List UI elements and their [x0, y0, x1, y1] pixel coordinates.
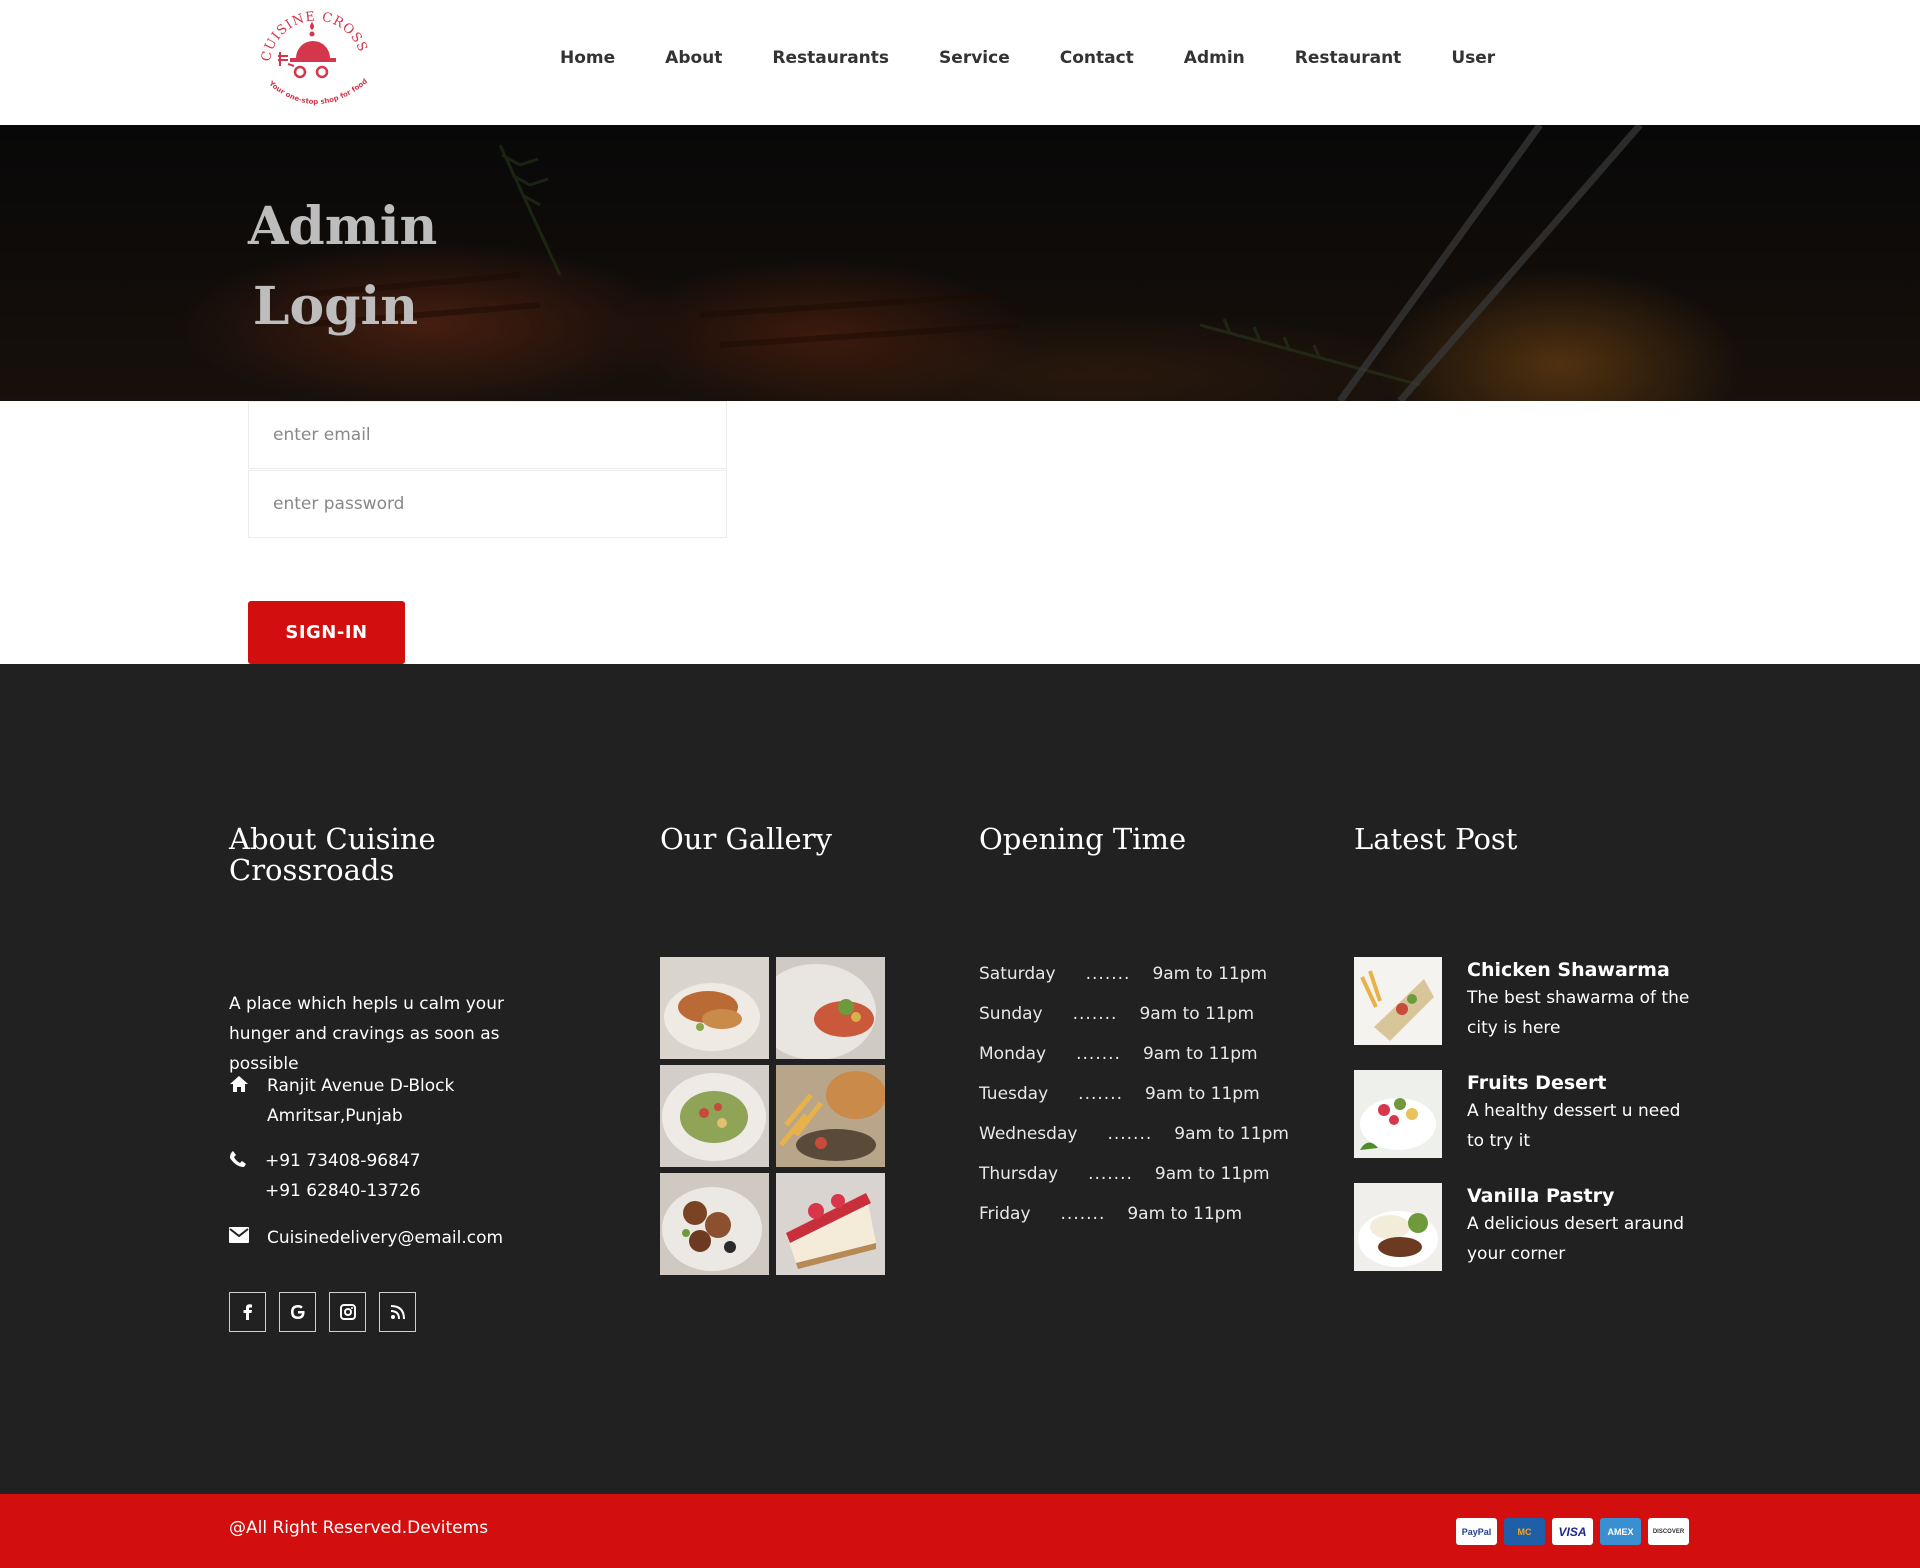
phone-number-2[interactable]: +91 62840-13726 — [265, 1176, 421, 1206]
post-item[interactable]: Vanilla Pastry A delicious desert araund… — [1354, 1183, 1697, 1296]
hours-row: Wednesday....... 9am to 11pm — [979, 1119, 1289, 1159]
hours-day: Thursday — [979, 1164, 1059, 1184]
hours-time: 9am to 11pm — [1145, 1084, 1260, 1104]
hours-day: Tuesday — [979, 1084, 1049, 1104]
paypal-icon: PayPal — [1456, 1518, 1497, 1545]
rss-icon[interactable] — [379, 1292, 416, 1332]
sign-in-button[interactable]: SIGN-IN — [248, 601, 405, 664]
page-title: Admin Login — [248, 187, 438, 347]
hours-dots: ....... — [1076, 1044, 1121, 1064]
hours-row: Tuesday....... 9am to 11pm — [979, 1079, 1289, 1119]
nav-restaurant[interactable]: Restaurant — [1295, 48, 1402, 68]
mastercard-icon: MC — [1504, 1518, 1545, 1545]
latest-posts-list: Chicken Shawarma The best shawarma of th… — [1354, 957, 1697, 1296]
latest-post-heading: Latest Post — [1354, 822, 1518, 856]
hours-time: 9am to 11pm — [1142, 1044, 1258, 1064]
hero-banner: Admin Login — [0, 125, 1920, 401]
post-item[interactable]: Chicken Shawarma The best shawarma of th… — [1354, 957, 1697, 1070]
hours-time: 9am to 11pm — [1127, 1204, 1243, 1224]
email-field[interactable] — [248, 401, 727, 469]
gallery-image-burger-fries[interactable] — [776, 1065, 885, 1167]
hours-time: 9am to 11pm — [1139, 1004, 1255, 1024]
site-header: CUISINE CROSSROADS Your one-stop shop fo… — [0, 0, 1920, 125]
hours-row: Friday....... 9am to 11pm — [979, 1199, 1289, 1239]
nav-service[interactable]: Service — [939, 48, 1010, 68]
hours-day: Wednesday — [979, 1124, 1078, 1144]
hours-day: Monday — [979, 1044, 1047, 1064]
hours-dots: ....... — [1072, 1004, 1118, 1024]
hours-dots: ....... — [1107, 1124, 1153, 1144]
email-row: Cuisinedelivery@email.com — [229, 1223, 503, 1253]
hours-time: 9am to 11pm — [1174, 1124, 1289, 1144]
brand-logo[interactable]: CUISINE CROSSROADS Your one-stop shop fo… — [242, 0, 383, 118]
address-row: Ranjit Avenue D-Block Amritsar,Punjab — [229, 1071, 454, 1131]
amex-icon: AMEX — [1600, 1518, 1641, 1545]
phone-row: +91 73408-96847 +91 62840-13726 — [229, 1146, 421, 1206]
nav-admin[interactable]: Admin — [1184, 48, 1245, 68]
gallery-image-salad-plate[interactable] — [776, 957, 885, 1059]
main-nav: Home About Restaurants Service Contact A… — [560, 48, 1545, 68]
mail-icon — [229, 1223, 267, 1247]
discover-icon: DISCOVER — [1648, 1518, 1689, 1545]
nav-contact[interactable]: Contact — [1060, 48, 1134, 68]
site-footer: About Cuisine Crossroads A place which h… — [0, 664, 1920, 1494]
password-field[interactable] — [248, 470, 727, 538]
google-icon[interactable] — [279, 1292, 316, 1332]
hours-dots: ....... — [1085, 964, 1131, 984]
contact-email[interactable]: Cuisinedelivery@email.com — [267, 1223, 503, 1253]
gallery-image-strawberry-cheesecake[interactable] — [776, 1173, 885, 1275]
payment-methods: PayPal MC VISA AMEX DISCOVER — [1456, 1518, 1696, 1545]
address-line1: Ranjit Avenue D-Block — [267, 1076, 455, 1096]
facebook-icon[interactable] — [229, 1292, 266, 1332]
post-thumbnail[interactable] — [1354, 1183, 1442, 1271]
post-description: A healthy dessert u need to try it — [1467, 1101, 1681, 1151]
nav-restaurants[interactable]: Restaurants — [772, 48, 889, 68]
hours-day: Saturday — [979, 964, 1056, 984]
hours-day: Friday — [979, 1204, 1031, 1224]
address-line2: Amritsar,Punjab — [267, 1106, 403, 1126]
photo-gallery — [660, 957, 885, 1275]
post-thumbnail[interactable] — [1354, 957, 1442, 1045]
nav-about[interactable]: About — [665, 48, 722, 68]
copyright-text: @All Right Reserved.Devitems — [229, 1518, 489, 1538]
bottom-bar: @All Right Reserved.Devitems PayPal MC V… — [0, 1494, 1920, 1568]
hours-row: Thursday....... 9am to 11pm — [979, 1159, 1289, 1199]
opening-hours-list: Saturday....... 9am to 11pm Sunday.......… — [979, 959, 1289, 1239]
post-description: A delicious desert araund your corner — [1467, 1214, 1685, 1264]
home-icon — [229, 1071, 267, 1097]
hours-time: 9am to 11pm — [1152, 964, 1268, 984]
social-links — [229, 1292, 429, 1332]
gallery-image-pasta-salad[interactable] — [660, 1065, 769, 1167]
instagram-icon[interactable] — [329, 1292, 366, 1332]
opening-heading: Opening Time — [979, 822, 1187, 856]
hours-dots: ....... — [1088, 1164, 1133, 1184]
post-description: The best shawarma of the city is here — [1467, 988, 1690, 1038]
post-title[interactable]: Vanilla Pastry — [1467, 1183, 1697, 1209]
post-title[interactable]: Fruits Desert — [1467, 1070, 1697, 1096]
gallery-image-grilled-chicken[interactable] — [660, 957, 769, 1059]
visa-icon: VISA — [1552, 1518, 1593, 1545]
hours-row: Saturday....... 9am to 11pm — [979, 959, 1289, 999]
nav-user[interactable]: User — [1451, 48, 1495, 68]
phone-icon — [229, 1146, 265, 1172]
page-title-line2: Login — [252, 276, 419, 337]
about-description: A place which hepls u calm your hunger a… — [229, 994, 504, 1074]
nav-home[interactable]: Home — [560, 48, 615, 68]
gallery-heading: Our Gallery — [660, 822, 832, 856]
hours-row: Monday....... 9am to 11pm — [979, 1039, 1289, 1079]
hours-day: Sunday — [979, 1004, 1043, 1024]
post-title[interactable]: Chicken Shawarma — [1467, 957, 1697, 983]
hours-time: 9am to 11pm — [1154, 1164, 1270, 1184]
hours-row: Sunday....... 9am to 11pm — [979, 999, 1289, 1039]
hours-dots: ....... — [1078, 1084, 1123, 1104]
phone-number-1[interactable]: +91 73408-96847 — [265, 1146, 421, 1176]
post-item[interactable]: Fruits Desert A healthy dessert u need t… — [1354, 1070, 1697, 1183]
hours-dots: ....... — [1060, 1204, 1106, 1224]
about-heading: About Cuisine Crossroads — [229, 822, 436, 887]
post-thumbnail[interactable] — [1354, 1070, 1442, 1158]
page-title-line1: Admin — [248, 196, 438, 257]
gallery-image-meat-skewers[interactable] — [660, 1173, 769, 1275]
